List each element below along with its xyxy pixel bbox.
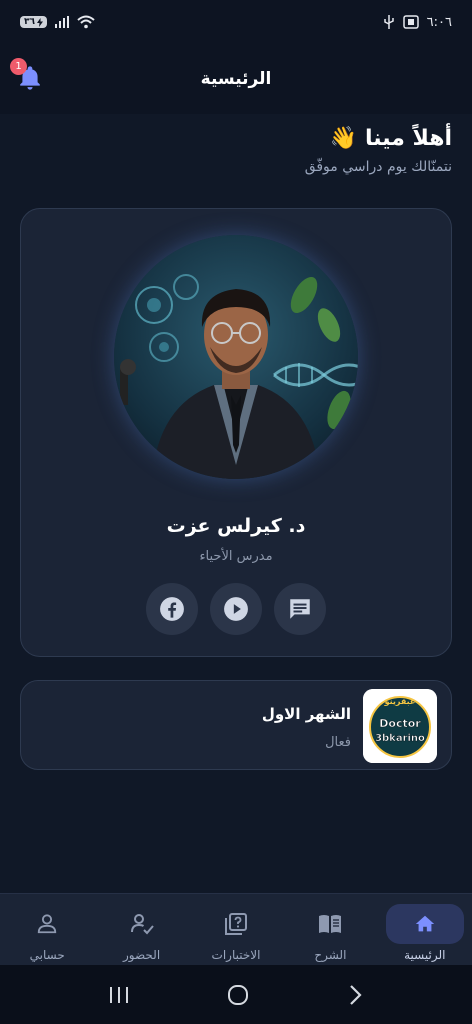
teacher-role: مدرس الأحياء	[199, 549, 273, 564]
course-status: فعال	[325, 735, 351, 750]
nav-lessons-label: الشرح	[314, 948, 347, 962]
logo-arabic-text: عبقرينو	[384, 697, 416, 706]
home-icon	[415, 915, 434, 932]
status-time: ٦:٠٦	[426, 14, 452, 30]
quiz-icon	[224, 913, 247, 935]
person-icon	[38, 914, 57, 934]
status-left: ٣٦	[20, 15, 95, 29]
home-system-icon[interactable]	[226, 983, 250, 1007]
nav-attendance-pill	[103, 904, 181, 944]
wave-emoji: 👋	[329, 126, 358, 151]
bottom-navigation: الرئيسية الشرح الاختبارات الحضور حسابي	[0, 893, 472, 965]
course-title: الشهر الاول	[261, 705, 351, 723]
app-header: 1 الرئيسية	[0, 44, 472, 114]
charging-icon	[37, 17, 43, 27]
nav-account-pill	[8, 904, 86, 944]
youtube-play-icon	[224, 597, 248, 621]
battery-level: ٣٦	[24, 17, 35, 27]
doctor-3bkarino-logo: عبقرينو Doctor 3bkarino	[363, 689, 437, 763]
teacher-profile-card: د. كيرلس عزت مدرس الأحياء	[20, 208, 452, 657]
greeting-subtitle: نتمنّالك يوم دراسي موفّق	[304, 159, 452, 175]
teacher-avatar	[114, 235, 358, 479]
nav-quizzes-pill	[197, 904, 275, 944]
nav-lessons[interactable]: الشرح	[283, 894, 377, 965]
course-card[interactable]: عبقرينو Doctor 3bkarino الشهر الاول فعال	[20, 680, 452, 770]
nav-attendance[interactable]: الحضور	[94, 894, 188, 965]
nav-quizzes-label: الاختبارات	[211, 948, 261, 962]
greeting: أهلاً مينا 👋 نتمنّالك يوم دراسي موفّق	[305, 126, 452, 175]
attendance-icon	[130, 914, 154, 935]
chat-icon	[290, 599, 310, 619]
wifi-icon	[77, 15, 95, 29]
social-links	[21, 583, 451, 635]
course-logo: عبقرينو Doctor 3bkarino	[363, 689, 437, 763]
book-icon	[319, 915, 342, 933]
youtube-button[interactable]	[210, 583, 262, 635]
status-right: ٦:٠٦	[383, 15, 452, 30]
teacher-photo-illustration	[114, 235, 358, 479]
nav-home-label: الرئيسية	[404, 948, 446, 962]
nav-home-pill	[385, 904, 464, 944]
page-title: الرئيسية	[200, 69, 272, 89]
teacher-name: د. كيرلس عزت	[166, 515, 306, 537]
facebook-icon	[160, 597, 184, 621]
battery-indicator: ٣٦	[20, 16, 47, 28]
screenshot-icon	[402, 15, 419, 29]
recent-apps-icon[interactable]	[107, 985, 131, 1005]
chat-button[interactable]	[274, 583, 326, 635]
logo-line2: 3bkarino	[375, 733, 425, 744]
notifications-button[interactable]: 1	[10, 58, 44, 92]
facebook-button[interactable]	[146, 583, 198, 635]
nav-attendance-label: الحضور	[123, 948, 161, 962]
nav-home[interactable]: الرئيسية	[378, 894, 472, 965]
nav-account-label: حسابي	[29, 948, 65, 962]
nav-lessons-pill	[291, 904, 369, 944]
back-icon[interactable]	[345, 983, 365, 1007]
system-navigation-bar	[0, 965, 472, 1024]
nav-quizzes[interactable]: الاختبارات	[189, 894, 283, 965]
nav-account[interactable]: حسابي	[0, 894, 94, 965]
signal-icon	[55, 16, 69, 28]
usb-icon	[383, 15, 394, 29]
greeting-text: أهلاً مينا	[364, 126, 452, 151]
notification-badge: 1	[10, 58, 27, 75]
greeting-title: أهلاً مينا 👋	[305, 126, 452, 151]
status-bar: ٣٦ ٦:٠٦	[0, 0, 472, 44]
logo-line1: Doctor	[379, 717, 421, 730]
